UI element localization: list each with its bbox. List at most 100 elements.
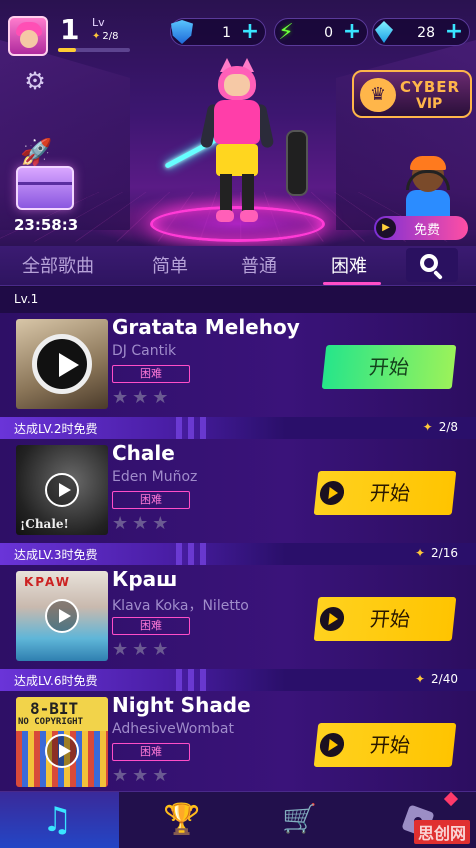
add-shield-button[interactable]: + (239, 21, 261, 43)
character-torso (214, 100, 260, 144)
play-icon (318, 481, 346, 505)
list-item[interactable]: ¡Chale! Chale Eden Muñoz 困难 ★★★ 开始 (0, 439, 476, 543)
character-leg (220, 174, 232, 214)
avatar-face (20, 30, 38, 48)
song-artist: Eden Muñoz (112, 469, 198, 485)
album-cover-text: KPAW (24, 575, 71, 589)
level-header-label: Lv.1 (14, 292, 39, 306)
unlock-label: 达成LV.6时免费 (14, 674, 98, 688)
difficulty-badge: 困难 (112, 365, 190, 383)
npc-character[interactable] (402, 156, 454, 216)
add-energy-button[interactable]: + (341, 21, 363, 43)
song-title: Chale (112, 441, 175, 465)
nav-shop[interactable]: 🛒 (238, 792, 357, 848)
lightning-bolt-icon: ⚡ (278, 19, 294, 45)
pixel-decoration (176, 417, 210, 439)
unlock-progress: ✦ 2/40 (415, 672, 458, 686)
album-cover[interactable]: 8-BIT NO COPYRIGHT (16, 697, 108, 787)
start-button[interactable]: 开始 (321, 345, 457, 389)
start-button[interactable]: 开始 (313, 597, 457, 641)
start-button[interactable]: 开始 (313, 723, 457, 767)
search-icon (420, 254, 438, 272)
search-button[interactable] (406, 248, 458, 282)
play-icon[interactable] (45, 599, 79, 633)
start-button-label: 开始 (368, 733, 412, 757)
character-shoe (216, 210, 234, 222)
start-button-label: 开始 (368, 607, 412, 631)
nav-music[interactable]: ♫ (0, 792, 119, 848)
nav-leaderboard[interactable]: 🏆 (119, 792, 238, 848)
play-icon (318, 607, 346, 631)
tab-normal[interactable]: 普通 (241, 252, 277, 278)
unlock-progress-value: 2/8 (438, 420, 458, 434)
npc-body (406, 190, 450, 216)
crown-icon: ♛ (360, 78, 396, 112)
xp-progress-bar (58, 48, 130, 52)
play-icon (318, 733, 346, 757)
difficulty-badge: 困难 (112, 743, 190, 761)
add-gem-button[interactable]: + (443, 21, 465, 43)
level-label: Lv (92, 16, 105, 29)
pixel-decoration (176, 669, 210, 691)
album-cover[interactable]: KPAW (16, 571, 108, 661)
start-button[interactable]: 开始 (313, 471, 457, 515)
unlock-label: 达成LV.3时免费 (14, 548, 98, 562)
play-icon[interactable] (32, 334, 92, 394)
star-icon: ✦ (422, 420, 433, 434)
play-icon[interactable] (45, 734, 79, 768)
player-character[interactable] (196, 58, 276, 226)
list-item[interactable]: Gratata Melehoy DJ Cantik 困难 ★★★ 开始 (0, 313, 476, 417)
song-artist: DJ Cantik (112, 343, 177, 359)
free-label: 免费 (414, 223, 441, 238)
unlock-progress: ✦ 2/8 (423, 420, 458, 434)
bottom-nav: ♫ 🏆 🛒 (0, 791, 476, 848)
album-cover-subtext: NO COPYRIGHT (18, 717, 84, 727)
unlock-progress-value: 2/16 (431, 546, 458, 560)
star-icon: ✦ (414, 672, 426, 686)
unlock-label: 达成LV.2时免费 (14, 422, 98, 436)
tab-easy[interactable]: 简单 (152, 252, 188, 278)
treasure-chest[interactable] (16, 166, 74, 210)
song-artist: AdhesiveWombat (112, 721, 234, 737)
pixel-decoration (176, 543, 210, 565)
song-list[interactable]: Gratata Melehoy DJ Cantik 困难 ★★★ 开始 达成LV… (0, 313, 476, 791)
star-rating: ★★★ (112, 387, 173, 408)
vip-title: CYBER (400, 78, 461, 96)
song-artist: Klava Koka，Niletto (112, 598, 249, 614)
difficulty-tabs: 全部歌曲 简单 普通 困难 (0, 246, 476, 286)
difficulty-badge: 困难 (112, 491, 190, 509)
avatar[interactable] (8, 16, 48, 56)
tab-all-songs[interactable]: 全部歌曲 (22, 252, 94, 278)
album-cover[interactable] (16, 319, 108, 409)
xp-progress-fill (58, 48, 76, 52)
gear-icon[interactable]: ⚙ (22, 68, 48, 94)
diamond-icon (369, 17, 399, 47)
album-cover-text: ¡Chale! (20, 517, 69, 531)
rocket-icon: 🚀 (20, 138, 53, 168)
unlock-requirement: 达成LV.2时免费 ✦ 2/8 (0, 417, 476, 439)
shield-count: 1 (222, 25, 231, 41)
tab-hard[interactable]: 困难 (331, 252, 367, 278)
play-icon: ▶ (376, 218, 396, 238)
song-title: Night Shade (112, 693, 251, 717)
list-item[interactable]: KPAW Краш Klava Koka，Niletto 困难 ★★★ 开始 (0, 565, 476, 669)
list-item[interactable]: 8-BIT NO COPYRIGHT Night Shade AdhesiveW… (0, 691, 476, 791)
character-leg (242, 174, 254, 214)
unlock-progress: ✦ 2/16 (415, 546, 458, 560)
energy-count: 0 (324, 25, 333, 41)
star-icon: ✦ (92, 31, 101, 42)
star-rating: ★★★ (112, 765, 173, 786)
shield-icon (167, 17, 197, 47)
cyber-vip-button[interactable]: ♛ CYBER VIP (352, 70, 472, 118)
start-button-label: 开始 (368, 481, 412, 505)
skateboard (286, 130, 308, 196)
active-tab-indicator (323, 282, 381, 285)
album-cover[interactable]: ¡Chale! (16, 445, 108, 535)
star-rating: ★★★ (112, 639, 173, 660)
play-icon[interactable] (45, 473, 79, 507)
character-shorts (216, 144, 258, 176)
song-title: Краш (112, 567, 178, 591)
free-reward-button[interactable]: ▶ 免费 (374, 216, 468, 240)
vip-subtitle: VIP (416, 96, 443, 112)
player-level: 1 (60, 13, 80, 46)
